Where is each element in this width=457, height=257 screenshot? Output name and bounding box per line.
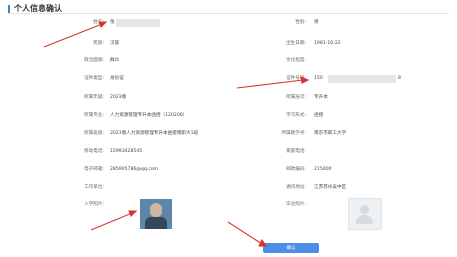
placeholder-body xyxy=(356,215,373,224)
label-email: 电子邮箱: xyxy=(84,167,104,172)
label-grade: 所属年级: xyxy=(84,95,104,100)
label-name: 姓名: xyxy=(93,20,104,25)
value-birthdate: 1981-10-22 xyxy=(314,41,341,46)
value-gender: 男 xyxy=(314,20,319,25)
label-graduation-photo: 毕业照片: xyxy=(286,202,306,207)
redacted-id-number xyxy=(328,75,396,83)
admission-photo xyxy=(140,199,172,229)
value-email: 285905786@qq.com xyxy=(110,167,159,172)
value-id-suffix: 8 xyxy=(398,76,401,81)
value-id-number: 150 xyxy=(314,76,323,81)
value-political-status: 群众 xyxy=(110,58,120,63)
photo-face-blur xyxy=(150,203,162,217)
value-teaching-site: 南京市职工大学 xyxy=(314,131,347,136)
label-employer: 工作单位: xyxy=(84,185,104,190)
confirm-button[interactable]: 确认 xyxy=(263,243,319,253)
label-political-status: 政治面貌: xyxy=(84,58,104,63)
value-major: 人力资源管理专升本函授（120206） xyxy=(110,113,188,118)
value-name: 张 xyxy=(110,20,115,25)
label-admission-photo: 入学照片: xyxy=(84,202,104,207)
arrow-to-photo xyxy=(90,212,133,231)
title-accent-bar xyxy=(8,4,10,13)
value-class: 2023春人力资源管理专升本函授南职大1班 xyxy=(110,131,199,136)
value-postcode: 215000 xyxy=(314,167,332,172)
title-divider xyxy=(8,13,449,14)
label-postcode: 邮政编码: xyxy=(286,167,306,172)
value-level: 专升本 xyxy=(314,95,328,100)
label-class: 所属班级: xyxy=(84,131,104,136)
label-gender: 性别: xyxy=(295,20,306,25)
label-id-type: 证件类型: xyxy=(84,76,104,81)
value-address: 江苏苏州吴中区 xyxy=(314,185,347,190)
arrow-to-confirm xyxy=(227,221,263,245)
value-id-type: 身份证 xyxy=(110,76,124,81)
label-birthdate: 出生日期: xyxy=(286,41,306,46)
label-major: 所属专业: xyxy=(84,113,104,118)
label-teaching-site: 所属教学点: xyxy=(281,131,306,136)
label-home-phone: 家庭电话: xyxy=(286,149,306,154)
redacted-name xyxy=(116,19,160,27)
label-ethnicity: 民族: xyxy=(93,41,104,46)
image-placeholder-icon xyxy=(348,198,382,230)
label-education: 文化程度: xyxy=(286,58,306,63)
value-study-mode: 函授 xyxy=(314,113,324,118)
label-study-mode: 学习形式: xyxy=(286,113,306,118)
annotation-arrows xyxy=(43,21,310,247)
photo-body xyxy=(145,217,167,229)
label-mobile: 移动电话: xyxy=(84,149,104,154)
label-id-number: 证件号码: xyxy=(286,76,306,81)
placeholder-head xyxy=(360,205,369,214)
value-ethnicity: 汉族 xyxy=(110,41,120,46)
label-address: 通讯地址: xyxy=(286,185,306,190)
arrow-to-photo-head xyxy=(128,210,138,217)
value-grade: 2023春 xyxy=(110,95,127,100)
label-level: 所属层次: xyxy=(286,95,306,100)
value-mobile: 15993428545 xyxy=(110,149,143,154)
